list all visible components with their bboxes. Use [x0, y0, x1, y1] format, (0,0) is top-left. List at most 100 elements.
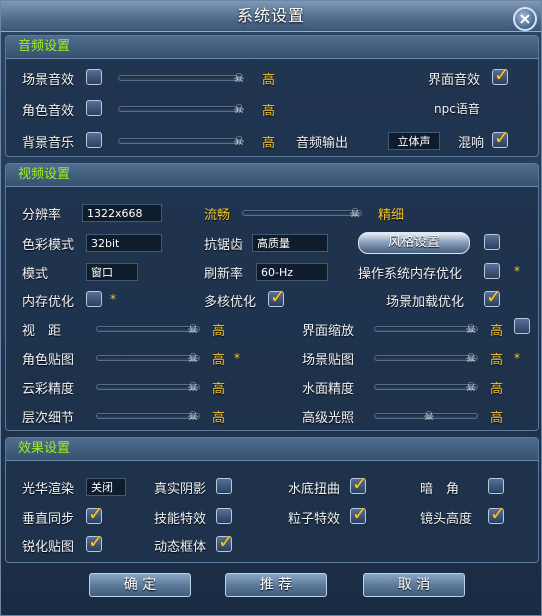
bg-music-slider[interactable]: ☠ [118, 134, 244, 148]
role-sound-checkbox[interactable] [86, 100, 102, 116]
scene-load-opt-label: 场景加载优化 [386, 295, 465, 310]
view-distance-slider[interactable]: ☠ [96, 322, 200, 336]
bg-music-checkbox[interactable] [86, 132, 102, 148]
recommend-button[interactable]: 推 荐 [225, 573, 327, 597]
scene-sound-level: 高 [262, 73, 276, 88]
window-title: 系统设置 [236, 6, 305, 25]
resolution-select[interactable]: 1322x668 [82, 204, 162, 222]
scene-sound-checkbox[interactable] [86, 69, 102, 85]
fine-label: 精细 [378, 208, 405, 223]
advanced-light-level: 高 [490, 411, 504, 426]
view-distance-level: 高 [212, 324, 226, 339]
scene-texture-level: 高 [490, 353, 504, 368]
underwater-distort-checkbox[interactable] [350, 473, 368, 495]
role-texture-label: 角色贴图 [22, 353, 75, 368]
underwater-distort-label: 水底扭曲 [288, 482, 341, 497]
audio-settings-section: 音频设置 场景音效 ☠ 高 界面音效 角色音效 ☠ 高 npc语音 背景音乐 ☠… [5, 35, 539, 157]
skull-icon[interactable]: ☠ [231, 101, 247, 117]
audio-section-header: 音频设置 [6, 36, 538, 59]
water-quality-slider[interactable]: ☠ [374, 380, 478, 394]
skill-fx-checkbox[interactable] [216, 508, 232, 524]
refresh-rate-select[interactable]: 60-Hz [256, 263, 328, 281]
skull-icon[interactable]: ☠ [463, 350, 479, 366]
real-shadow-checkbox[interactable] [216, 478, 232, 494]
smooth-label: 流畅 [204, 208, 231, 223]
glow-render-label: 光华渲染 [22, 482, 75, 497]
reverb-label: 混响 [458, 136, 485, 151]
color-mode-select[interactable]: 32bit [86, 234, 162, 252]
npc-voice-label: npc语音 [434, 102, 480, 116]
ui-scale-slider[interactable]: ☠ [374, 322, 478, 336]
skull-icon[interactable]: ☠ [185, 350, 201, 366]
mode-label: 模式 [22, 267, 49, 282]
reverb-checkbox[interactable] [492, 127, 510, 149]
skill-fx-label: 技能特效 [154, 512, 207, 527]
style-settings-button[interactable]: 风格设置 [358, 232, 470, 254]
scene-load-opt-checkbox[interactable] [484, 286, 502, 308]
advanced-light-slider[interactable]: ☠ [374, 409, 478, 423]
memory-opt-label: 内存优化 [22, 295, 75, 310]
style-settings-checkbox[interactable] [484, 234, 500, 250]
skull-icon[interactable]: ☠ [463, 379, 479, 395]
system-settings-window: 系统设置 × 音频设置 场景音效 ☠ 高 界面音效 角色音效 ☠ 高 npc语音… [0, 0, 542, 616]
lod-slider[interactable]: ☠ [96, 409, 200, 423]
ok-button[interactable]: 确 定 [89, 573, 191, 597]
audio-output-select[interactable]: 立体声 [388, 132, 440, 150]
role-sound-slider[interactable]: ☠ [118, 102, 244, 116]
multicore-opt-checkbox[interactable] [268, 286, 286, 308]
resolution-label: 分辨率 [22, 208, 62, 223]
lod-label: 层次细节 [22, 411, 75, 426]
skull-icon[interactable]: ☠ [421, 408, 437, 424]
scene-texture-label: 场景贴图 [302, 353, 355, 368]
ui-scale-checkbox[interactable] [514, 318, 530, 334]
cloud-quality-label: 云彩精度 [22, 382, 75, 397]
cancel-button[interactable]: 取 消 [363, 573, 465, 597]
scene-sound-label: 场景音效 [22, 73, 75, 88]
memory-opt-checkbox[interactable] [86, 291, 102, 307]
sharpen-texture-label: 锐化贴图 [22, 540, 75, 555]
dynamic-frame-label: 动态框体 [154, 540, 207, 555]
skull-icon[interactable]: ☠ [185, 379, 201, 395]
title-bar[interactable]: 系统设置 × [1, 1, 541, 32]
skull-icon[interactable]: ☠ [463, 321, 479, 337]
anti-aliasing-select[interactable]: 高质量 [252, 234, 328, 252]
advanced-light-label: 高级光照 [302, 411, 355, 426]
scene-texture-slider[interactable]: ☠ [374, 351, 478, 365]
water-quality-level: 高 [490, 382, 504, 397]
os-memory-opt-checkbox[interactable] [484, 263, 500, 279]
audio-output-label: 音频输出 [296, 136, 349, 151]
close-icon[interactable]: × [513, 7, 537, 31]
recommended-star-icon: * [110, 292, 116, 306]
anti-aliasing-label: 抗锯齿 [204, 238, 244, 253]
color-mode-label: 色彩模式 [22, 238, 75, 253]
skull-icon[interactable]: ☠ [185, 408, 201, 424]
ui-sound-checkbox[interactable] [492, 64, 510, 86]
cloud-quality-level: 高 [212, 382, 226, 397]
vignette-checkbox[interactable] [488, 478, 504, 494]
particle-fx-checkbox[interactable] [350, 503, 368, 525]
camera-height-checkbox[interactable] [488, 503, 506, 525]
recommended-star-icon: * [514, 264, 520, 278]
skull-icon[interactable]: ☠ [231, 133, 247, 149]
lod-level: 高 [212, 411, 226, 426]
mode-select[interactable]: 窗口 [86, 263, 138, 281]
skull-icon[interactable]: ☠ [347, 205, 363, 221]
scene-sound-slider[interactable]: ☠ [118, 71, 244, 85]
glow-render-select[interactable]: 关闭 [86, 478, 126, 496]
sharpen-texture-checkbox[interactable] [86, 531, 104, 553]
role-texture-level: 高 [212, 353, 226, 368]
vignette-label: 暗 角 [420, 482, 460, 497]
ui-scale-level: 高 [490, 324, 504, 339]
dynamic-frame-checkbox[interactable] [216, 531, 234, 553]
os-memory-opt-label: 操作系统内存优化 [358, 267, 463, 282]
vsync-checkbox[interactable] [86, 503, 104, 525]
effects-section-header: 效果设置 [6, 438, 538, 461]
vsync-label: 垂直同步 [22, 512, 75, 527]
camera-height-label: 镜头高度 [420, 512, 473, 527]
skull-icon[interactable]: ☠ [231, 70, 247, 86]
cloud-quality-slider[interactable]: ☠ [96, 380, 200, 394]
skull-icon[interactable]: ☠ [185, 321, 201, 337]
role-texture-slider[interactable]: ☠ [96, 351, 200, 365]
quality-preset-slider[interactable]: ☠ [242, 206, 362, 220]
real-shadow-label: 真实阴影 [154, 482, 207, 497]
